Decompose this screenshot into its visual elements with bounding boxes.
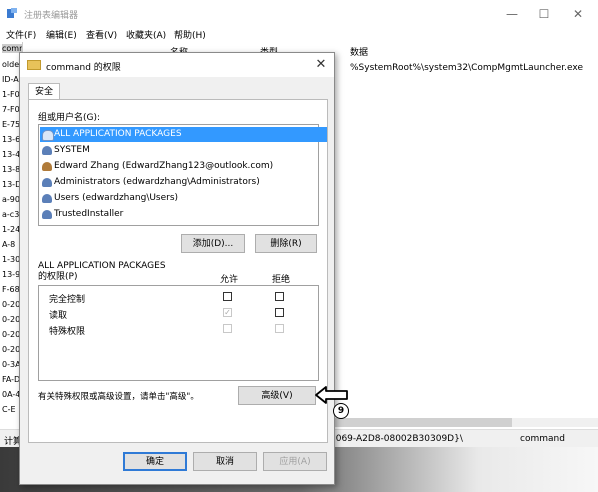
full-control-deny-checkbox[interactable] (275, 292, 284, 301)
status-path-end: command (520, 434, 565, 444)
list-item[interactable]: SYSTEM (40, 143, 327, 158)
security-tab-panel: 组或用户名(G): ALL APPLICATION PACKAGES SYSTE… (28, 99, 328, 443)
title-bar: 注册表编辑器 — ☐ ✕ (0, 0, 598, 28)
permissions-for-label: ALL APPLICATION PACKAGES 的权限(P) (38, 261, 166, 283)
scrollbar-thumb[interactable] (332, 418, 512, 427)
advanced-button[interactable]: 高级(V) (238, 386, 316, 405)
close-button[interactable]: ✕ (563, 4, 593, 24)
column-data-header[interactable]: 数据 (350, 45, 368, 58)
folder-icon (27, 60, 41, 70)
permissions-for-user: ALL APPLICATION PACKAGES (38, 261, 166, 271)
tree-item[interactable]: olde (2, 60, 19, 69)
tree-item[interactable]: FA-D (2, 375, 20, 384)
window-title: 注册表编辑器 (24, 11, 79, 21)
menu-favorites[interactable]: 收藏夹(A) (126, 28, 166, 41)
group-users-label: 组或用户名(G): (38, 113, 101, 123)
menu-help[interactable]: 帮助(H) (174, 28, 206, 41)
tree-item[interactable]: a-90 (2, 195, 20, 204)
tree-item[interactable]: C-E (2, 405, 16, 414)
user-group-icon (42, 194, 52, 203)
tree-item[interactable]: A-8 (2, 240, 15, 249)
users-list[interactable]: ALL APPLICATION PACKAGES SYSTEM Edward Z… (38, 124, 327, 226)
list-item[interactable]: Administrators (edwardzhang\Administrato… (40, 175, 327, 190)
minimize-button[interactable]: — (497, 4, 527, 24)
tree-item[interactable]: 0-20 (2, 315, 20, 324)
status-path-middle: 1069-A2D8-08002B30309D}\ (330, 434, 463, 444)
list-item[interactable]: ALL APPLICATION PACKAGES (40, 127, 327, 142)
cancel-button[interactable]: 取消 (193, 452, 257, 471)
tree-item[interactable]: 0A-4 (2, 390, 20, 399)
menu-edit[interactable]: 编辑(E) (46, 28, 77, 41)
menu-file[interactable]: 文件(F) (6, 28, 36, 41)
permission-read: 读取 (49, 311, 68, 321)
permissions-list: 完全控制 读取 ✓ 特殊权限 (38, 285, 319, 381)
tab-security[interactable]: 安全 (28, 83, 60, 100)
tree-item[interactable]: 1-24 (2, 225, 20, 234)
allow-column-header: 允许 (220, 275, 239, 285)
list-item[interactable]: Users (edwardzhang\Users) (40, 191, 327, 206)
tree-item[interactable]: 0-20 (2, 300, 20, 309)
user-group-icon (42, 210, 52, 219)
permission-full-control: 完全控制 (49, 295, 86, 305)
permission-special: 特殊权限 (49, 327, 86, 337)
user-group-icon (42, 146, 52, 155)
tree-item[interactable]: F-68 (2, 285, 20, 294)
special-allow-checkbox (223, 324, 232, 333)
tree-item[interactable]: 0-3A (2, 360, 21, 369)
tree-item[interactable]: 13-4 (2, 150, 20, 159)
menu-bar: 文件(F) 编辑(E) 查看(V) 收藏夹(A) 帮助(H) (0, 26, 598, 42)
tree-item[interactable]: E-75 (2, 120, 20, 129)
dialog-title-bar: command 的权限 ✕ (20, 53, 334, 77)
user-group-icon (42, 178, 52, 187)
full-control-allow-checkbox[interactable] (223, 292, 232, 301)
maximize-button[interactable]: ☐ (529, 4, 559, 24)
permissions-suffix: 的权限(P) (38, 272, 78, 282)
tree-item[interactable]: 1-30 (2, 255, 20, 264)
tree-item[interactable]: 1-F0 (2, 90, 20, 99)
tree-item[interactable]: 13-6 (2, 135, 20, 144)
tree-item[interactable]: ID-A (2, 75, 19, 84)
regedit-icon (7, 8, 17, 18)
apply-button[interactable]: 应用(A) (263, 452, 327, 471)
value-data-cell[interactable]: %SystemRoot%\system32\CompMgmtLauncher.e… (350, 63, 583, 73)
ok-button[interactable]: 确定 (123, 452, 187, 471)
pointer-arrow-icon (315, 386, 348, 404)
list-item[interactable]: Edward Zhang (EdwardZhang123@outlook.com… (40, 159, 327, 174)
dialog-title: command 的权限 (46, 63, 121, 73)
add-button[interactable]: 添加(D)... (181, 234, 245, 253)
menu-view[interactable]: 查看(V) (86, 28, 117, 41)
tree-item[interactable]: 13-8 (2, 165, 20, 174)
step-number-badge: 9 (333, 403, 349, 419)
tree-item[interactable]: 7-F0 (2, 105, 20, 114)
tree-item[interactable]: 0-20 (2, 345, 20, 354)
read-allow-checkbox[interactable]: ✓ (223, 308, 232, 317)
advanced-settings-hint: 有关特殊权限或高级设置，请单击"高级"。 (38, 392, 199, 402)
read-deny-checkbox[interactable] (275, 308, 284, 317)
deny-column-header: 拒绝 (272, 275, 291, 285)
package-icon (42, 130, 54, 141)
list-item[interactable]: TrustedInstaller (40, 207, 327, 222)
tree-item[interactable]: a-c3 (2, 210, 19, 219)
user-icon (42, 162, 52, 171)
close-icon[interactable]: ✕ (312, 56, 330, 74)
permissions-dialog: command 的权限 ✕ 安全 组或用户名(G): ALL APPLICATI… (19, 52, 335, 485)
special-deny-checkbox (275, 324, 284, 333)
remove-button[interactable]: 删除(R) (255, 234, 317, 253)
tree-item[interactable]: 0-20 (2, 330, 20, 339)
